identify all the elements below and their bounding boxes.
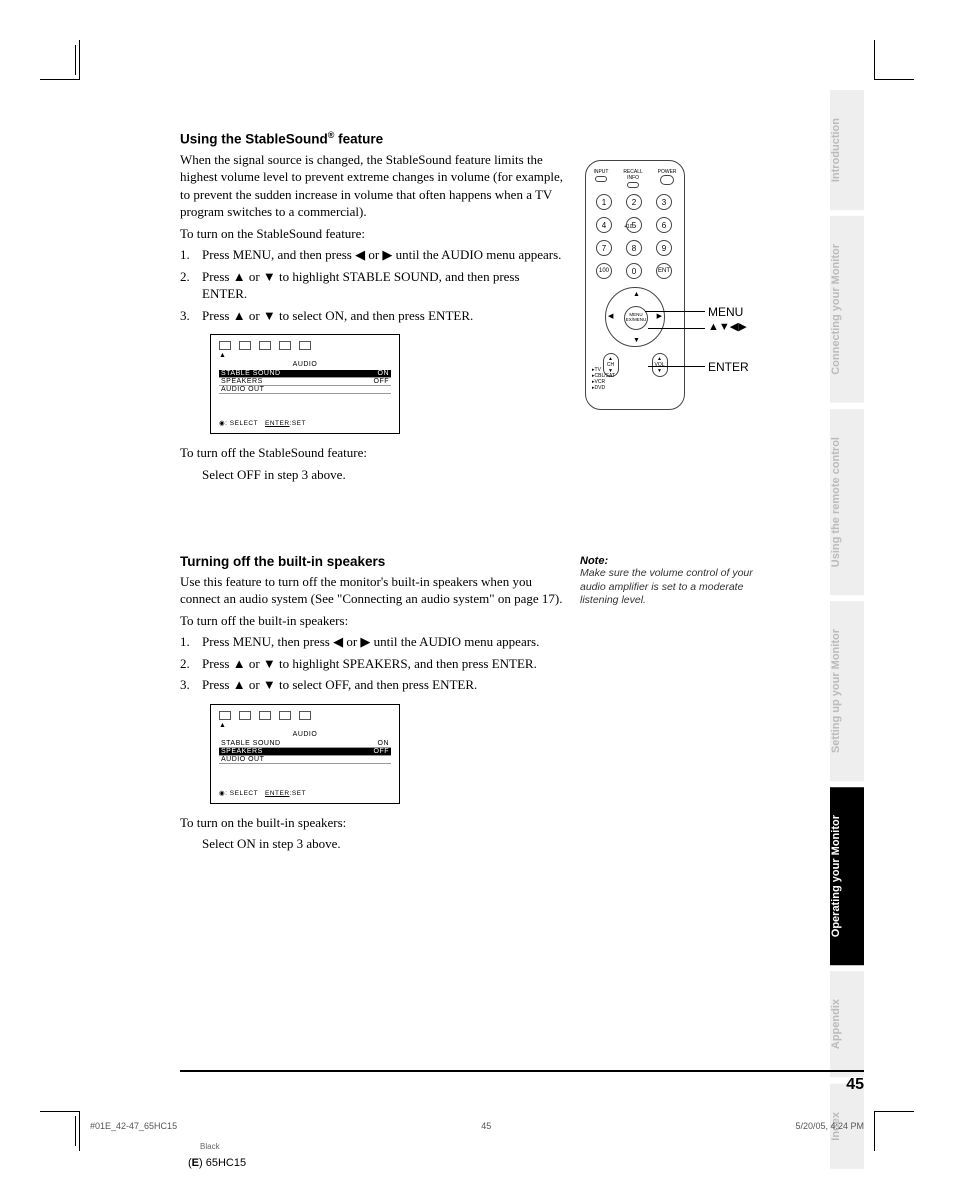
footer-model: (E) 65HC15 [188, 1157, 246, 1169]
note-block: Note: Make sure the volume control of yo… [580, 555, 770, 608]
leader-line [645, 311, 705, 312]
osd-footer: ◉: SELECT ENTER:SET [219, 789, 306, 797]
heading-speakers: Turning off the built-in speakers [180, 554, 565, 569]
remote-key-100: 100 [596, 263, 612, 279]
heading-text: feature [334, 132, 383, 147]
osd-row-audio-out: AUDIO OUT [219, 386, 391, 394]
remote-menu-button: MENU EX/MENU [624, 306, 648, 330]
remote-key-0: 0 [626, 263, 642, 279]
tab-operating: Operating your Monitor [830, 787, 864, 965]
remote-label-power: POWER [658, 169, 677, 175]
remote-key-4: 4 [596, 217, 612, 233]
turn-on-label: To turn on the StableSound feature: [180, 225, 565, 243]
step-text: Press ▲ or ▼ to select OFF, and then pre… [202, 677, 477, 692]
remote-vol-rocker: ▲VOL▼ [652, 353, 668, 377]
tab-appendix: Appendix [830, 971, 864, 1077]
osd-screenshot-stablesound: ▲ AUDIO STABLE SOUNDON SPEAKERSOFF AUDIO… [210, 334, 400, 434]
crop-mark [60, 45, 76, 75]
remote-key-6: 6 [656, 217, 672, 233]
tab-setting-up: Setting up your Monitor [830, 601, 864, 781]
remote-illustration: INPUT RECALLINFO POWER 1 2 3 4 5 6 7 8 9… [585, 160, 685, 410]
remote-key-7: 7 [596, 240, 612, 256]
leader-line [648, 328, 705, 329]
osd-row-speakers: SPEAKERSOFF [219, 748, 391, 756]
step-3: 3.Press ▲ or ▼ to select ON, and then pr… [202, 307, 565, 325]
turn-off-step: Select OFF in step 3 above. [180, 466, 565, 484]
remote-key-1: 1 [596, 194, 612, 210]
turn-off-label: To turn off the StableSound feature: [180, 444, 565, 462]
steps-list: 1.Press MENU, then press ◀ or ▶ until th… [180, 633, 565, 694]
crop-mark [874, 40, 914, 80]
note-text: Make sure the volume control of your aud… [580, 567, 770, 608]
step-1: 1.Press MENU, then press ◀ or ▶ until th… [202, 633, 565, 651]
osd-title: AUDIO [219, 361, 391, 368]
remote-key-2: 2 [626, 194, 642, 210]
turn-off-label: To turn off the built-in speakers: [180, 612, 565, 630]
heading-stablesound: Using the StableSound® feature [180, 130, 565, 147]
remote-label-info: INFO [627, 175, 639, 181]
osd-footer: ◉: SELECT ENTER:SET [219, 419, 306, 427]
turn-on-label: To turn on the built-in speakers: [180, 814, 565, 832]
remote-dpad: ▲▼◀▶ MENU EX/MENU [605, 287, 665, 347]
callout-arrows: ▲▼◀▶ [708, 320, 747, 333]
osd-row-stable-sound: STABLE SOUNDON [219, 370, 391, 378]
osd-row-stable-sound: STABLE SOUNDON [219, 740, 391, 748]
remote-key-8: 8 [626, 240, 642, 256]
remote-key-ent: ENT [656, 263, 672, 279]
step-text: Press MENU, then press ◀ or ▶ until the … [202, 634, 539, 649]
remote-label-input: INPUT [593, 169, 608, 175]
step-text: Press MENU, and then press ◀ or ▶ until … [202, 247, 561, 262]
step-text: Press ▲ or ▼ to highlight STABLE SOUND, … [202, 269, 520, 302]
step-2: 2.Press ▲ or ▼ to highlight SPEAKERS, an… [202, 655, 565, 673]
heading-text: Using the StableSound [180, 132, 328, 147]
remote-key-9: 9 [656, 240, 672, 256]
tab-connecting: Connecting your Monitor [830, 216, 864, 403]
crop-mark [874, 1111, 914, 1151]
crop-mark [60, 1116, 76, 1146]
osd-title: AUDIO [219, 731, 391, 738]
remote-key-3: 3 [656, 194, 672, 210]
osd-row-speakers: SPEAKERSOFF [219, 378, 391, 386]
page-number: 45 [180, 1070, 864, 1094]
step-text: Press ▲ or ▼ to select ON, and then pres… [202, 308, 473, 323]
osd-screenshot-speakers: ▲ AUDIO STABLE SOUNDON SPEAKERSOFF AUDIO… [210, 704, 400, 804]
step-2: 2.Press ▲ or ▼ to highlight STABLE SOUND… [202, 268, 565, 303]
print-footer: #01E_42-47_65HC15 45 5/20/05, 4:24 PM [90, 1121, 864, 1131]
remote-label-plus10: +10 [624, 224, 632, 230]
footer-filename: #01E_42-47_65HC15 [90, 1121, 177, 1131]
leader-line [648, 366, 705, 367]
footer-page: 45 [481, 1121, 491, 1131]
steps-list: 1.Press MENU, and then press ◀ or ▶ unti… [180, 246, 565, 324]
callout-enter: ENTER [708, 360, 749, 374]
step-1: 1.Press MENU, and then press ◀ or ▶ unti… [202, 246, 565, 264]
intro-paragraph: When the signal source is changed, the S… [180, 151, 565, 221]
step-text: Press ▲ or ▼ to highlight SPEAKERS, and … [202, 656, 537, 671]
note-heading: Note: [580, 555, 770, 567]
osd-row-audio-out: AUDIO OUT [219, 756, 391, 764]
remote-mode-labels: ▸TV▸CBL/SAT▸VCR▸DVD [592, 367, 615, 391]
footer-date: 5/20/05, 4:24 PM [795, 1121, 864, 1131]
tab-introduction: Introduction [830, 90, 864, 210]
turn-on-step: Select ON in step 3 above. [180, 835, 565, 853]
callout-menu: MENU [708, 305, 743, 319]
intro-paragraph: Use this feature to turn off the monitor… [180, 573, 565, 608]
tab-remote: Using the remote control [830, 409, 864, 595]
section-tabs: Introduction Connecting your Monitor Usi… [830, 90, 864, 1174]
step-3: 3.Press ▲ or ▼ to select OFF, and then p… [202, 676, 565, 694]
footer-color: Black [200, 1142, 220, 1151]
